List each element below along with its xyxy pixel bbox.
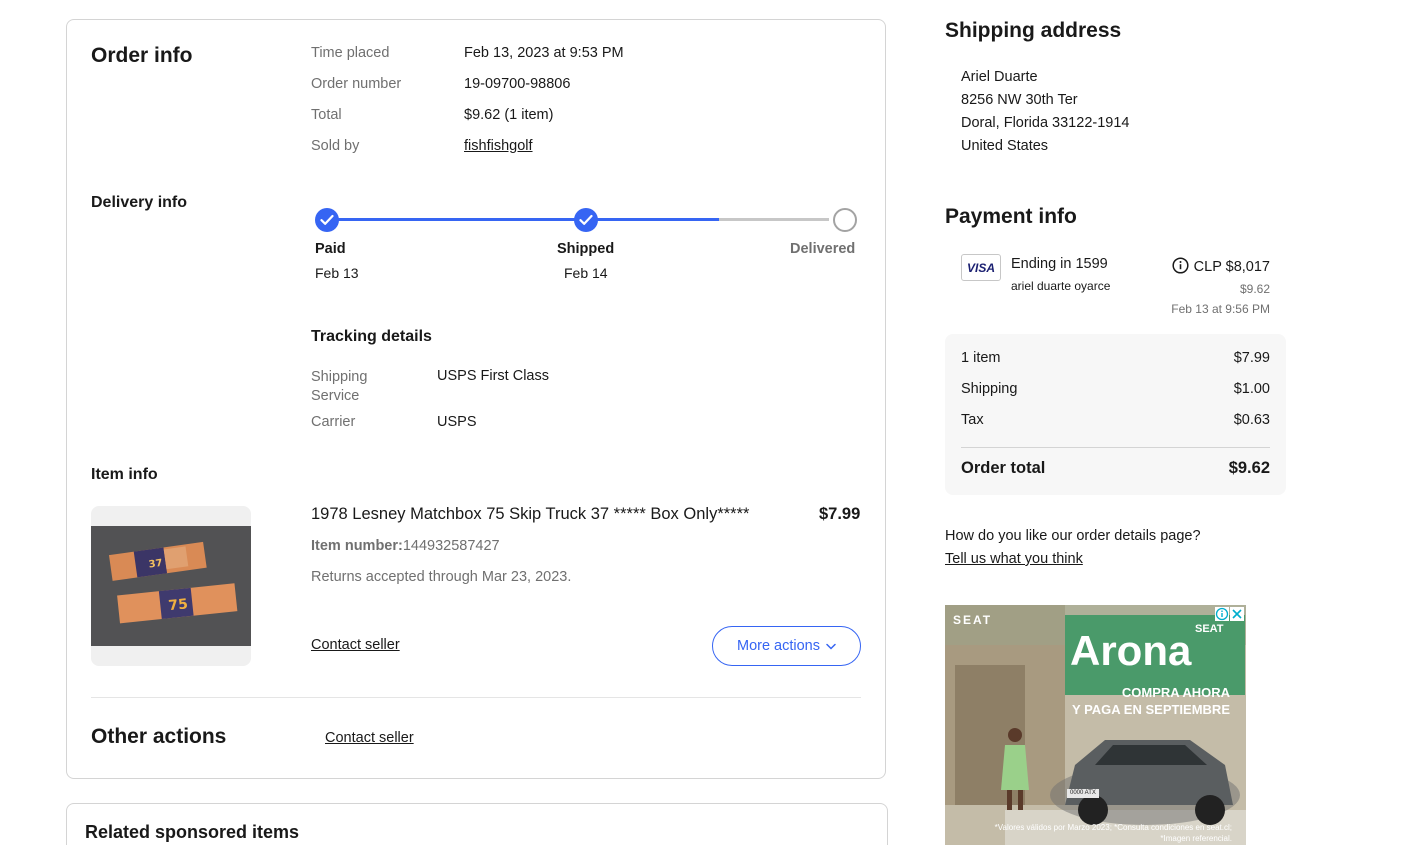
- shipping-service-label: Shipping Service: [311, 369, 368, 404]
- seller-link[interactable]: fishfishgolf: [464, 138, 533, 154]
- ad-close-icon[interactable]: [1230, 607, 1244, 621]
- step-delivered-label: Delivered: [790, 241, 856, 257]
- summary-shipping-value: $1.00: [1233, 381, 1270, 397]
- address-name: Ariel Duarte: [961, 69, 1038, 85]
- svg-text:37: 37: [148, 558, 163, 571]
- ad-model-name: Arona: [1070, 627, 1192, 674]
- ad-fine-print-1: *Valores válidos por Marzo 2023; *Consul…: [994, 823, 1232, 832]
- shipped-check-icon: [574, 208, 598, 232]
- ad-headline-1: COMPRA AHORA: [1121, 685, 1230, 700]
- summary-total-label: Order total: [961, 459, 1046, 477]
- carrier-value: USPS: [437, 414, 477, 430]
- more-actions-label: More actions: [736, 638, 820, 654]
- section-divider: [91, 697, 861, 698]
- info-icon[interactable]: [1172, 257, 1189, 279]
- total-label: Total: [311, 107, 342, 123]
- feedback-link[interactable]: Tell us what you think: [945, 551, 1083, 567]
- summary-tax-row: Tax $0.63: [961, 412, 1270, 428]
- item-title-link[interactable]: 1978 Lesney Matchbox 75 Skip Truck 37 **…: [311, 505, 749, 524]
- summary-shipping-row: Shipping $1.00: [961, 381, 1270, 397]
- summary-total-value: $9.62: [1228, 459, 1270, 477]
- ad-brand-logo: SEAT: [953, 613, 993, 627]
- chevron-down-icon: [826, 643, 836, 650]
- contact-seller-link[interactable]: Contact seller: [311, 637, 400, 653]
- order-summary: 1 item $7.99 Shipping $1.00 Tax $0.63 Or…: [945, 334, 1286, 495]
- shipping-address-heading: Shipping address: [945, 19, 1122, 42]
- summary-divider: [961, 447, 1270, 448]
- returns-policy: Returns accepted through Mar 23, 2023.: [311, 569, 572, 585]
- summary-items-label: 1 item: [961, 350, 1001, 366]
- payment-date: Feb 13 at 9:56 PM: [1171, 302, 1270, 316]
- summary-shipping-label: Shipping: [961, 381, 1018, 397]
- svg-text:75: 75: [168, 596, 189, 614]
- feedback-question: How do you like our order details page?: [945, 528, 1201, 544]
- ad-choices-icon[interactable]: [1215, 607, 1229, 621]
- ad-fine-print-2: *Imagen referencial.: [1160, 834, 1232, 843]
- address-street: 8256 NW 30th Ter: [961, 92, 1078, 108]
- time-placed-value: Feb 13, 2023 at 9:53 PM: [464, 45, 624, 61]
- payment-amount-usd: $9.62: [1239, 282, 1270, 296]
- order-number-value: 19-09700-98806: [464, 76, 571, 92]
- ad-headline-2: Y PAGA EN SEPTIEMBRE: [1072, 702, 1230, 717]
- progress-fill: [327, 218, 719, 221]
- step-paid-date: Feb 13: [315, 265, 359, 281]
- step-shipped-date: Feb 14: [564, 265, 608, 281]
- address-country: United States: [961, 138, 1049, 154]
- shipping-service-value: USPS First Class: [437, 368, 549, 384]
- summary-tax-value: $0.63: [1233, 412, 1270, 428]
- payment-amount-local: CLP $8,017: [1193, 259, 1270, 275]
- order-number-label: Order number: [311, 76, 402, 92]
- advertisement-banner[interactable]: SEAT SEAT Arona COMPRA AHORA Y PAGA EN S…: [945, 605, 1246, 845]
- ad-model-brand: SEAT: [1195, 623, 1224, 635]
- card-ending: Ending in 1599: [1011, 256, 1108, 272]
- sold-by-label: Sold by: [311, 138, 360, 154]
- card-holder: ariel duarte oyarce: [1011, 279, 1111, 293]
- item-photo: 37 75: [91, 526, 251, 646]
- item-number: Item number:144932587427: [311, 538, 500, 554]
- item-price: $7.99: [819, 505, 861, 523]
- payment-info-heading: Payment info: [945, 205, 1077, 228]
- order-info-heading: Order info: [91, 44, 193, 67]
- carrier-label: Carrier: [311, 414, 356, 430]
- ad-plate: 0000 ATX: [1070, 790, 1096, 796]
- summary-items-value: $7.99: [1233, 350, 1270, 366]
- paid-check-icon: [315, 208, 339, 232]
- related-sponsored-heading: Related sponsored items: [85, 822, 300, 842]
- item-number-value: 144932587427: [402, 538, 500, 554]
- step-paid-label: Paid: [315, 241, 346, 257]
- related-sponsored-card: Related sponsored items: [66, 803, 888, 845]
- visa-card-icon: VISA: [961, 254, 1001, 281]
- summary-tax-label: Tax: [961, 412, 984, 428]
- summary-total-row: Order total $9.62: [961, 459, 1270, 478]
- summary-items-row: 1 item $7.99: [961, 350, 1270, 366]
- tracking-details-heading: Tracking details: [311, 328, 432, 345]
- more-actions-button[interactable]: More actions: [712, 626, 861, 666]
- delivery-info-heading: Delivery info: [91, 194, 188, 211]
- total-value: $9.62 (1 item): [464, 107, 554, 123]
- other-actions-heading: Other actions: [91, 725, 227, 748]
- item-number-label: Item number:: [311, 538, 403, 554]
- item-thumbnail[interactable]: 37 75: [91, 506, 251, 666]
- item-info-heading: Item info: [91, 466, 158, 483]
- time-placed-label: Time placed: [311, 45, 390, 61]
- address-city: Doral, Florida 33122-1914: [961, 115, 1130, 131]
- other-contact-seller-link[interactable]: Contact seller: [325, 730, 414, 746]
- order-details-card: Order info Time placed Feb 13, 2023 at 9…: [66, 19, 886, 779]
- step-shipped-label: Shipped: [557, 241, 615, 257]
- delivered-pending-icon: [833, 208, 857, 232]
